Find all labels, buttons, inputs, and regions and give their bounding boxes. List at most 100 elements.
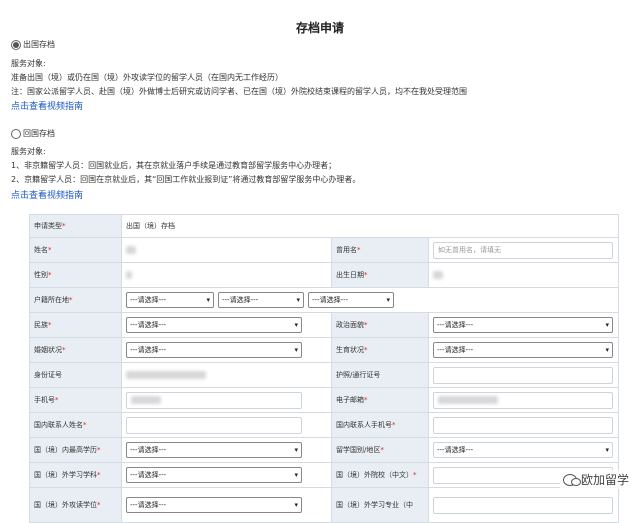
form-label: 身份证号 [30,363,122,387]
phone-input[interactable] [126,391,302,409]
chevron-down-icon: ▾ [605,346,609,354]
redacted-value [438,396,498,404]
radio-return-archive[interactable]: 回国存档 [11,128,55,139]
phone-cell [122,388,332,412]
birth-value [429,263,619,287]
domestic-edu-cell: ---请选择--- ▾ [122,438,332,462]
study-country-cell: ---请选择--- ▾ [429,438,619,462]
domestic-contact-phone-cell [429,413,619,437]
form-row: 婚姻状况 * ---请选择--- ▾ 生育状况 * ---请选择--- ▾ [30,338,619,363]
form-label: 手机号 * [30,388,122,412]
chevron-down-icon: ▾ [294,501,298,509]
form-row: 申请类型 * 出国（境）存档 [30,215,619,238]
form-row: 身份证号 护照/通行证号 [30,363,619,388]
form-label: 出生日期 * [332,263,429,287]
redacted-value [433,271,443,279]
radio-unchecked-icon[interactable] [11,128,21,139]
redacted-value [131,396,161,404]
domestic-contact-cell [122,413,332,437]
city-select[interactable]: ---请选择--- ▾ [218,292,304,308]
used-name-input[interactable]: 如无曾用名，请填无 [433,241,613,259]
form-label: 国（境）外学习专业（中 [332,488,429,522]
form-label: 申请类型 * [30,215,122,237]
form-label: 性别 * [30,263,122,287]
radio-label: 出国存档 [23,40,55,49]
form-label: 户籍所在地 * [30,288,122,312]
service-item: 1、非京籍留学人员：回国就业后，其在京就业落户手续是通过教育部留学服务中心办理者… [11,161,337,170]
form-label: 曾用名 * [332,238,429,262]
political-select[interactable]: ---请选择--- ▾ [433,317,613,333]
form-row: 国内联系人姓名 * 国内联系人手机号 * [30,413,619,438]
ethnic-cell: ---请选择--- ▾ [122,313,332,337]
form-label: 生育状况 * [332,338,429,362]
video-guide-link[interactable]: 点击查看视频指南 [11,99,83,112]
radio-outbound-archive[interactable]: 出国存档 [11,39,55,50]
passport-input[interactable] [433,366,613,384]
chevron-down-icon: ▾ [294,321,298,329]
marital-select[interactable]: ---请选择--- ▾ [126,342,302,358]
form-label: 国（境）外院校（中文） * [332,463,429,487]
email-input[interactable] [433,391,613,409]
chevron-down-icon: ▾ [386,296,390,304]
form-label: 国（境）外攻读学位 * [30,488,122,522]
form-label: 国（境）内最高学历 * [30,438,122,462]
form-label: 国内联系人手机号 * [332,413,429,437]
chevron-down-icon: ▾ [294,446,298,454]
watermark: 欧加留学 [559,470,632,489]
chevron-down-icon: ▾ [206,296,210,304]
gender-value [122,263,332,287]
form-label: 电子邮箱 * [332,388,429,412]
foreign-degree-cell: ---请选择--- ▾ [122,488,332,522]
fertility-cell: ---请选择--- ▾ [429,338,619,362]
service-note: 注：国家公派留学人员、赴国（境）外做博士后研究或访问学者、已在国（境）外院校结束… [11,87,467,96]
redacted-value [126,246,136,254]
district-select[interactable]: ---请选择--- ▾ [308,292,394,308]
radio-label: 回国存档 [23,129,55,138]
province-select[interactable]: ---请选择--- ▾ [126,292,214,308]
form-label: 护照/通行证号 [332,363,429,387]
form-row: 国（境）外学习学科 * ---请选择--- ▾ 国（境）外院校（中文） * [30,463,619,488]
form-row: 性别 * 出生日期 * [30,263,619,288]
redacted-value [126,371,206,379]
form-row: 手机号 * 电子邮箱 * [30,388,619,413]
domestic-edu-select[interactable]: ---请选择--- ▾ [126,442,302,458]
form-label: 姓名 * [30,238,122,262]
form-label: 国（境）外学习学科 * [30,463,122,487]
form-label: 婚姻状况 * [30,338,122,362]
form-label: 国内联系人姓名 * [30,413,122,437]
foreign-major-select[interactable]: ---请选择--- ▾ [126,467,302,483]
fertility-select[interactable]: ---请选择--- ▾ [433,342,613,358]
chevron-down-icon: ▾ [294,346,298,354]
form-row: 国（境）内最高学历 * ---请选择--- ▾ 留学国别/地区 * ---请选择---… [30,438,619,463]
name-value [122,238,332,262]
marital-cell: ---请选择--- ▾ [122,338,332,362]
page-title: 存档申请 [295,21,344,35]
domestic-contact-input[interactable] [126,416,302,434]
chevron-down-icon: ▾ [296,296,300,304]
wechat-logo-icon [562,473,581,486]
form-row: 民族 * ---请选择--- ▾ 政治面貌 * ---请选择--- ▾ [30,313,619,338]
id-value [122,363,332,387]
radio-checked-icon[interactable] [11,39,21,50]
domestic-contact-phone-input[interactable] [433,416,613,434]
service-item: 2、京籍留学人员：回国在京就业后，其“回国工作就业报到证”将通过教育部留学服务中… [11,175,361,184]
apply-type-value: 出国（境）存档 [122,215,619,237]
passport-cell [429,363,619,387]
redacted-value [126,271,132,279]
foreign-major-cn-cell [429,488,619,522]
study-country-select[interactable]: ---请选择--- ▾ [433,442,613,458]
service-label: 服务对象: [11,147,46,156]
form-label: 留学国别/地区 * [332,438,429,462]
video-guide-link[interactable]: 点击查看视频指南 [11,188,83,201]
used-name-cell: 如无曾用名，请填无 [429,238,619,262]
form-row: 姓名 * 曾用名 * 如无曾用名，请填无 [30,238,619,263]
watermark-text: 欧加留学 [580,473,629,487]
form-label: 民族 * [30,313,122,337]
service-desc: 准备出国（境）或仍在国（境）外攻读学位的留学人员（在国内无工作经历） [11,73,283,82]
foreign-major-cell: ---请选择--- ▾ [122,463,332,487]
email-cell [429,388,619,412]
ethnic-select[interactable]: ---请选择--- ▾ [126,317,302,333]
hukou-selects: ---请选择--- ▾ ---请选择--- ▾ ---请选择--- ▾ [122,288,619,312]
chevron-down-icon: ▾ [294,471,298,479]
form-label: 政治面貌 * [332,313,429,337]
